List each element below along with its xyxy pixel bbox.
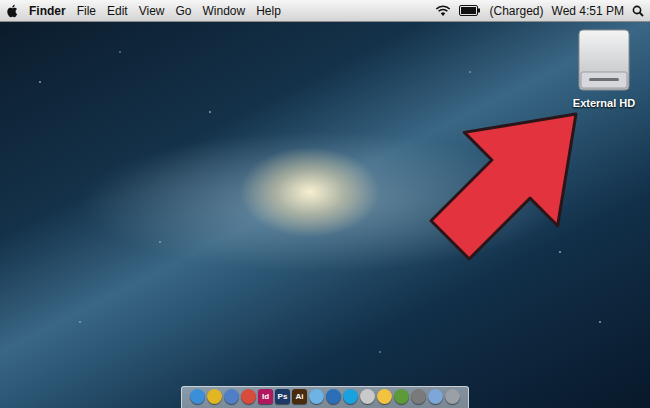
dock-item[interactable]: [309, 389, 324, 404]
menu-item[interactable]: File: [77, 4, 96, 18]
dock-app-label: Ai: [296, 392, 304, 401]
battery-status: (Charged): [489, 4, 543, 18]
dock-item[interactable]: [343, 389, 358, 404]
dock: Id Ps Ai: [181, 386, 469, 408]
dock-item[interactable]: [207, 389, 222, 404]
app-menu[interactable]: Finder: [29, 4, 66, 18]
menu-item[interactable]: Window: [203, 4, 246, 18]
dock-app-icon: [428, 389, 443, 404]
apple-icon: [6, 4, 18, 18]
dock-app-icon: [326, 389, 341, 404]
battery-icon: [459, 5, 481, 16]
dock-item[interactable]: Id: [258, 389, 273, 404]
dock-app-icon: [411, 389, 426, 404]
dock-app-icon: [309, 389, 324, 404]
desktop-icon[interactable]: External HD: [562, 26, 646, 112]
dock-app-icon: [343, 389, 358, 404]
dock-item[interactable]: [411, 389, 426, 404]
desktop-icon-label: External HD: [570, 96, 638, 110]
dock-item[interactable]: [241, 389, 256, 404]
dock-app-icon: [190, 389, 205, 404]
hard-drive-icon: [575, 28, 633, 92]
menu-bar-left: Finder File Edit View Go Window Help: [6, 4, 281, 18]
red-arrow-icon: [0, 22, 650, 408]
dock-app-label: Ps: [278, 392, 288, 401]
dock-item[interactable]: Ai: [292, 389, 307, 404]
clock[interactable]: Wed 4:51 PM: [552, 4, 624, 18]
dock-item[interactable]: [190, 389, 205, 404]
dock-app-icon: Ai: [292, 389, 307, 404]
dock-app-icon: Ps: [275, 389, 290, 404]
desktop: External HD Id Ps Ai: [0, 22, 650, 408]
menu-bar: Finder File Edit View Go Window Help (Charged) W…: [0, 0, 650, 22]
dock-app-icon: [207, 389, 222, 404]
dock-item[interactable]: [326, 389, 341, 404]
dock-app-icon: Id: [258, 389, 273, 404]
dock-app-icon: [445, 389, 460, 404]
dock-item[interactable]: [428, 389, 443, 404]
dock-item[interactable]: [394, 389, 409, 404]
menu-item[interactable]: Help: [256, 4, 281, 18]
dock-app-icon: [377, 389, 392, 404]
menu-item[interactable]: Edit: [107, 4, 128, 18]
wifi-icon: [435, 5, 451, 17]
menu-item[interactable]: Go: [176, 4, 192, 18]
dock-item[interactable]: [360, 389, 375, 404]
dock-app-icon: [224, 389, 239, 404]
dock-item[interactable]: Ps: [275, 389, 290, 404]
wallpaper-stars: [0, 22, 650, 408]
dock-app-icon: [394, 389, 409, 404]
dock-app-label: Id: [262, 392, 269, 401]
dock-item[interactable]: [377, 389, 392, 404]
dock-item[interactable]: [445, 389, 460, 404]
dock-item[interactable]: [224, 389, 239, 404]
search-icon: [632, 5, 644, 17]
dock-app-icon: [360, 389, 375, 404]
dock-app-icon: [241, 389, 256, 404]
menu-item[interactable]: View: [139, 4, 165, 18]
menu-bar-right: (Charged) Wed 4:51 PM: [435, 4, 644, 18]
